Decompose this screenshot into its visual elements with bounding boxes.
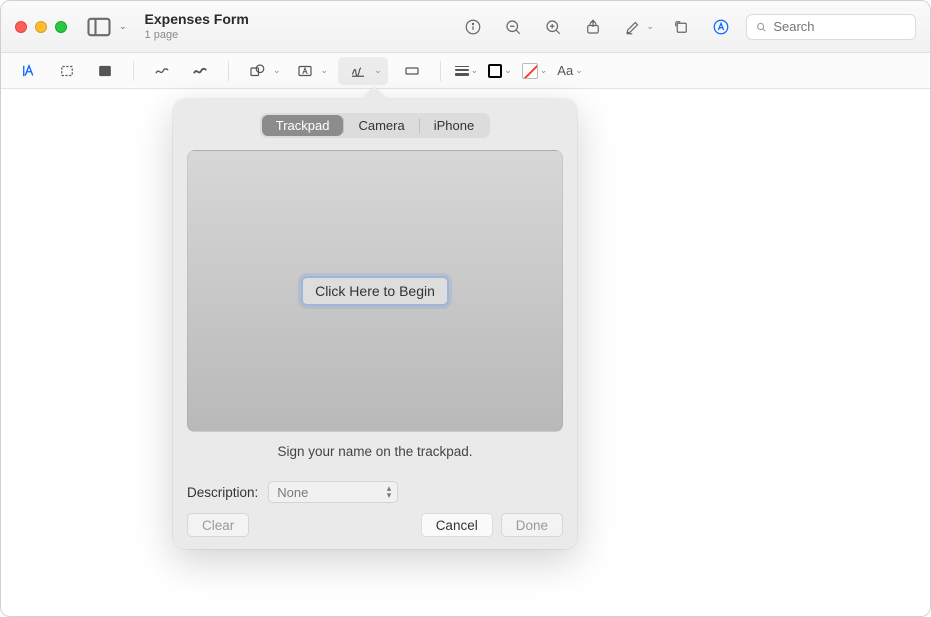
chevron-down-icon: ⌄: [575, 65, 583, 76]
begin-signature-button[interactable]: Click Here to Begin: [301, 276, 449, 306]
search-field[interactable]: [746, 14, 916, 40]
text-box-tool[interactable]: ⌄: [291, 59, 329, 83]
description-label: Description:: [187, 485, 258, 500]
text-style-label: Aa: [557, 63, 573, 78]
signature-source-tabs: Trackpad Camera iPhone: [187, 113, 563, 138]
chevron-down-icon: ⌄: [374, 65, 382, 76]
cancel-button[interactable]: Cancel: [421, 513, 493, 537]
fill-color-swatch: [522, 63, 538, 79]
tab-trackpad[interactable]: Trackpad: [262, 115, 344, 136]
title-block: Expenses Form 1 page: [145, 12, 249, 40]
fill-color-menu[interactable]: ⌄: [522, 63, 548, 79]
chevron-down-icon: ⌄: [273, 65, 281, 76]
text-selection-tool[interactable]: [15, 59, 43, 83]
close-window-button[interactable]: [15, 21, 27, 33]
description-select[interactable]: None ▴▾: [268, 481, 398, 503]
tab-iphone[interactable]: iPhone: [420, 115, 488, 136]
signature-pad[interactable]: Click Here to Begin: [187, 150, 563, 432]
separator: [228, 61, 229, 81]
zoom-out-button[interactable]: [498, 12, 528, 42]
separator: [440, 61, 441, 81]
titlebar: ⌄ Expenses Form 1 page ⌄: [1, 1, 930, 53]
sidebar-toggle-button[interactable]: [85, 16, 113, 38]
document-subtitle: 1 page: [145, 29, 249, 41]
redact-tool[interactable]: [91, 59, 119, 83]
share-button[interactable]: [578, 12, 608, 42]
document-title: Expenses Form: [145, 12, 249, 27]
highlight-menu-chevron-icon[interactable]: ⌄: [646, 21, 654, 32]
done-button[interactable]: Done: [501, 513, 563, 537]
select-arrows-icon: ▴▾: [387, 485, 392, 499]
shapes-menu[interactable]: ⌄: [243, 59, 281, 83]
stroke-color-swatch: [488, 64, 502, 78]
sketch-tool[interactable]: [148, 59, 176, 83]
chevron-down-icon: ⌄: [471, 65, 479, 76]
zoom-window-button[interactable]: [55, 21, 67, 33]
zoom-in-button[interactable]: [538, 12, 568, 42]
markup-toolbar: ⌄ ⌄ ⌄ ⌄ ⌄ ⌄: [1, 53, 930, 89]
text-style-menu[interactable]: Aa ⌄: [557, 63, 582, 78]
markup-button[interactable]: [706, 12, 736, 42]
description-row: Description: None ▴▾: [187, 481, 563, 503]
tab-camera[interactable]: Camera: [344, 115, 418, 136]
draw-tool[interactable]: [186, 59, 214, 83]
view-menu-chevron-icon[interactable]: ⌄: [119, 21, 127, 32]
sign-tool[interactable]: ⌄: [338, 57, 388, 85]
search-icon: [755, 20, 767, 34]
separator: [133, 61, 134, 81]
chevron-down-icon: ⌄: [321, 65, 329, 76]
stroke-width-menu[interactable]: ⌄: [455, 65, 479, 76]
form-field-tool[interactable]: [398, 59, 426, 83]
signature-popover: Trackpad Camera iPhone Click Here to Beg…: [173, 99, 577, 549]
popover-buttons: Clear Cancel Done: [187, 513, 563, 537]
chevron-down-icon: ⌄: [540, 65, 548, 76]
clear-button[interactable]: Clear: [187, 513, 249, 537]
stroke-color-menu[interactable]: ⌄: [488, 64, 512, 78]
window-controls: [15, 21, 67, 33]
stroke-lines-icon: [455, 66, 469, 76]
description-value: None: [277, 485, 308, 500]
highlight-button[interactable]: [618, 12, 648, 42]
chevron-down-icon: ⌄: [504, 65, 512, 76]
info-button[interactable]: [458, 12, 488, 42]
app-window: ⌄ Expenses Form 1 page ⌄: [0, 0, 931, 617]
rotate-button[interactable]: [666, 12, 696, 42]
search-input[interactable]: [773, 19, 907, 34]
titlebar-actions: ⌄: [458, 12, 916, 42]
rect-selection-tool[interactable]: [53, 59, 81, 83]
minimize-window-button[interactable]: [35, 21, 47, 33]
signature-instruction: Sign your name on the trackpad.: [187, 444, 563, 459]
